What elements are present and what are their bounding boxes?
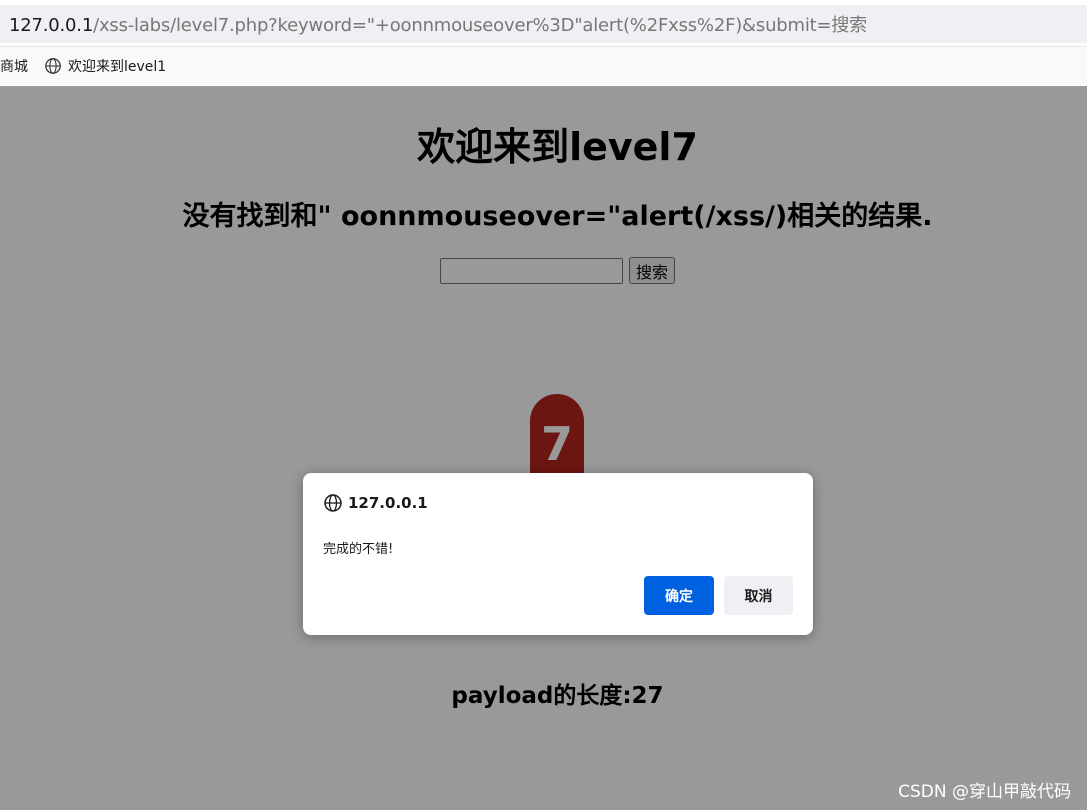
globe-icon (45, 58, 61, 74)
dialog-origin: 127.0.0.1 (348, 494, 428, 512)
bookmarks-bar: 商城 欢迎来到level1 (0, 47, 1087, 85)
url-path: /xss-labs/level7.php?keyword="+oonnmouse… (93, 15, 867, 36)
modal-overlay (0, 86, 1087, 810)
cancel-button[interactable]: 取消 (724, 576, 793, 615)
bookmark-label: 欢迎来到level1 (68, 59, 167, 75)
globe-icon (324, 494, 342, 512)
address-bar: 127.0.0.1/xss-labs/level7.php?keyword="+… (0, 0, 1087, 47)
alert-dialog: 127.0.0.1 完成的不错! 确定 取消 (303, 473, 813, 635)
watermark: CSDN @穿山甲敲代码 (898, 782, 1071, 802)
dialog-message: 完成的不错! (323, 542, 394, 557)
bookmark-level1[interactable]: 欢迎来到level1 (44, 56, 166, 76)
browser-window: 127.0.0.1/xss-labs/level7.php?keyword="+… (0, 0, 1087, 810)
url-field[interactable]: 127.0.0.1/xss-labs/level7.php?keyword="+… (0, 5, 1087, 43)
bookmark-label: 商城 (0, 59, 28, 75)
bookmark-mall[interactable]: 商城 (0, 56, 28, 76)
ok-button[interactable]: 确定 (644, 576, 714, 615)
url-text[interactable]: 127.0.0.1/xss-labs/level7.php?keyword="+… (9, 11, 867, 37)
url-host: 127.0.0.1 (9, 15, 94, 36)
dialog-header: 127.0.0.1 (323, 493, 428, 513)
